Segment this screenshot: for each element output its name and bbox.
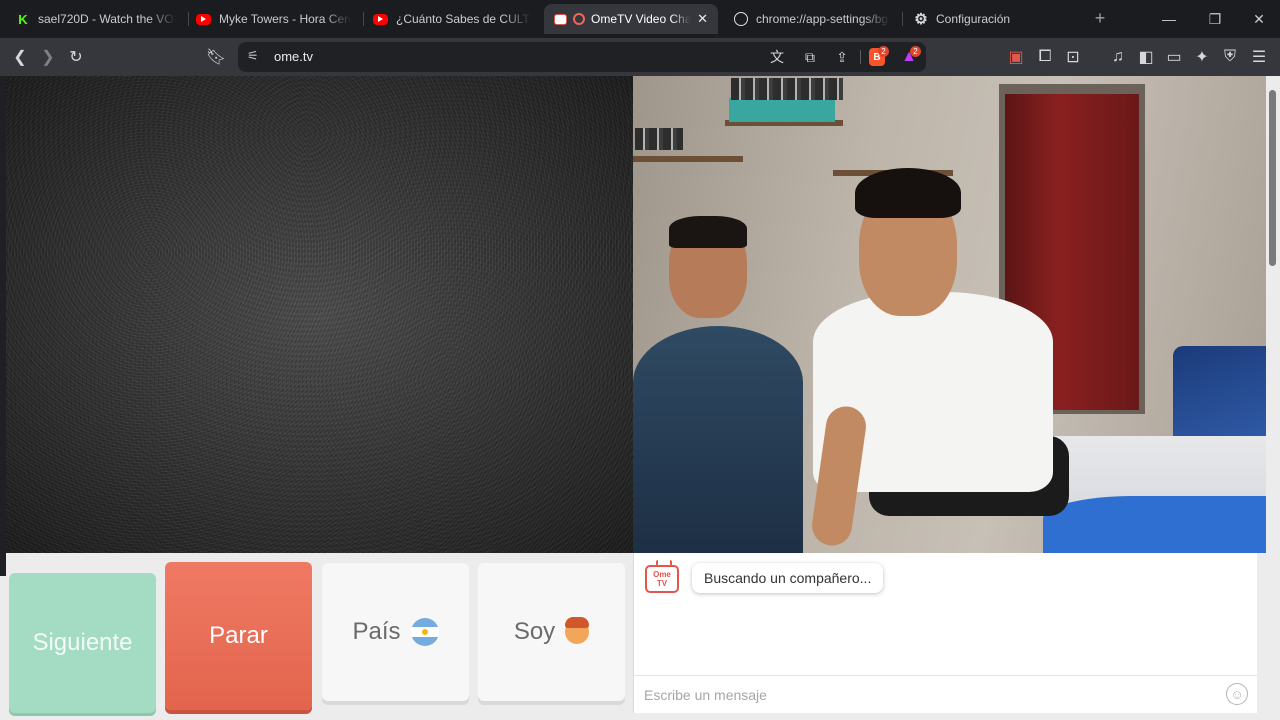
- gear-icon: ⚙: [914, 11, 928, 28]
- brave-shields-button[interactable]: B 2: [866, 46, 889, 68]
- site-info-icon[interactable]: ⚟: [247, 48, 259, 64]
- toolbar: ❮ ❯ ↻ 🔖︎ ⚟ ome.tv 文 ⧉ ⇪ B 2 ▲ 2 ▣ ⧠ ⊡ ♫ …: [0, 38, 1280, 76]
- tab-title: Myke Towers - Hora Cero: [219, 12, 351, 26]
- person-left-shirt: [633, 326, 803, 553]
- vpn-shield-icon[interactable]: ⛨: [1218, 45, 1242, 69]
- status-message: Buscando un compañero...: [704, 570, 872, 586]
- boy-emoji-icon: [565, 617, 590, 644]
- tab-title: OmeTV Video Chat: [591, 12, 692, 26]
- ometv-extension-icon[interactable]: ▣: [1004, 45, 1028, 69]
- media-music-icon[interactable]: ♫: [1106, 45, 1130, 69]
- argentina-flag-icon: [410, 618, 439, 646]
- tab-configuracion[interactable]: ⚙ Configuración: [904, 4, 1074, 34]
- forward-button[interactable]: ❯: [36, 45, 60, 69]
- tab-title: sael720D - Watch the VOD: [38, 12, 176, 26]
- close-window-button[interactable]: ✕: [1236, 0, 1280, 38]
- tab-kick-vod[interactable]: K sael720D - Watch the VOD: [6, 4, 186, 34]
- blue-blanket: [1043, 496, 1266, 553]
- tab-title: Configuración: [936, 12, 1011, 26]
- gender-button[interactable]: Soy: [478, 563, 625, 701]
- omnibox-separator: [860, 50, 861, 64]
- chat-panel: Ome TV Buscando un compañero... ☺: [633, 553, 1258, 713]
- system-message-bubble: Buscando un compañero...: [692, 563, 884, 593]
- close-tab-icon[interactable]: ✕: [697, 11, 708, 27]
- tab-ometv[interactable]: OmeTV Video Chat ✕: [544, 4, 718, 34]
- youtube-icon: [373, 13, 388, 25]
- shelf: [633, 156, 743, 162]
- tab-app-settings[interactable]: chrome://app-settings/bg: [724, 4, 900, 34]
- person-left-hair: [669, 216, 747, 248]
- page-scrollbar[interactable]: [1266, 76, 1280, 720]
- message-input[interactable]: [644, 684, 1204, 706]
- country-button[interactable]: País: [322, 563, 469, 701]
- tab-myke-towers[interactable]: Myke Towers - Hora Cero: [186, 4, 361, 34]
- bookmark-icon[interactable]: 🔖︎: [204, 45, 228, 69]
- reload-button[interactable]: ↻: [64, 45, 88, 69]
- gender-button-label: Soy: [513, 618, 556, 645]
- globe-icon: [734, 12, 748, 26]
- emoji-icon[interactable]: ☺: [1226, 683, 1248, 705]
- message-input-bar: ☺: [634, 675, 1258, 713]
- rewards-count-badge: 2: [910, 46, 921, 57]
- url-text[interactable]: ome.tv: [274, 49, 313, 64]
- wallet-icon[interactable]: ▭: [1162, 45, 1186, 69]
- sidebar-toggle-icon[interactable]: ◧: [1134, 45, 1158, 69]
- person-right-hair: [855, 168, 961, 218]
- ometv-logo-icon: Ome TV: [645, 565, 679, 593]
- tab-title: chrome://app-settings/bg: [756, 12, 889, 26]
- youtube-icon: [196, 13, 211, 25]
- next-button-label: Siguiente: [32, 629, 133, 656]
- ometv-page: Siguiente Parar País Soy Ome TV Buscando…: [0, 76, 1280, 720]
- cans-row: [635, 128, 683, 150]
- cans-row: [731, 78, 843, 100]
- new-tab-button[interactable]: +: [1086, 4, 1114, 32]
- tab-title: ¿Cuánto Sabes de CULTURA: [396, 12, 531, 26]
- stop-button[interactable]: Parar: [165, 562, 312, 710]
- leo-ai-icon[interactable]: ✦: [1190, 45, 1214, 69]
- back-button[interactable]: ❮: [8, 45, 32, 69]
- tab-strip: K sael720D - Watch the VOD Myke Towers -…: [0, 0, 1280, 38]
- capture-icon[interactable]: ⊡: [1061, 45, 1085, 69]
- extensions-icon[interactable]: ⧠: [1033, 45, 1057, 69]
- scroll-thumb[interactable]: [1269, 90, 1276, 266]
- shields-count-badge: 2: [878, 46, 889, 57]
- teal-shelf-box: [729, 98, 835, 122]
- remote-video-static: [6, 76, 633, 553]
- minimize-button[interactable]: —: [1146, 0, 1192, 38]
- brave-rewards-button[interactable]: ▲ 2: [898, 46, 921, 68]
- logo-text: Ome: [653, 570, 671, 579]
- kick-icon: K: [16, 12, 30, 27]
- logo-text: TV: [656, 579, 668, 588]
- local-webcam-video: [633, 76, 1266, 553]
- translate-icon[interactable]: 文: [766, 46, 788, 68]
- recording-icon: [573, 13, 585, 25]
- next-button[interactable]: Siguiente: [9, 573, 156, 713]
- tab-cultura[interactable]: ¿Cuánto Sabes de CULTURA: [363, 4, 541, 34]
- open-external-icon[interactable]: ⧉: [799, 46, 821, 68]
- browser-window: K sael720D - Watch the VOD Myke Towers -…: [0, 0, 1280, 720]
- address-bar[interactable]: ⚟ ome.tv 文 ⧉ ⇪ B 2 ▲ 2: [238, 42, 926, 72]
- menu-icon[interactable]: ☰: [1247, 45, 1271, 69]
- ometv-icon: [554, 13, 567, 25]
- country-button-label: País: [352, 618, 401, 645]
- share-icon[interactable]: ⇪: [831, 46, 853, 68]
- restore-button[interactable]: ❐: [1192, 0, 1238, 38]
- stop-button-label: Parar: [209, 622, 268, 649]
- tab-separator: [902, 12, 903, 26]
